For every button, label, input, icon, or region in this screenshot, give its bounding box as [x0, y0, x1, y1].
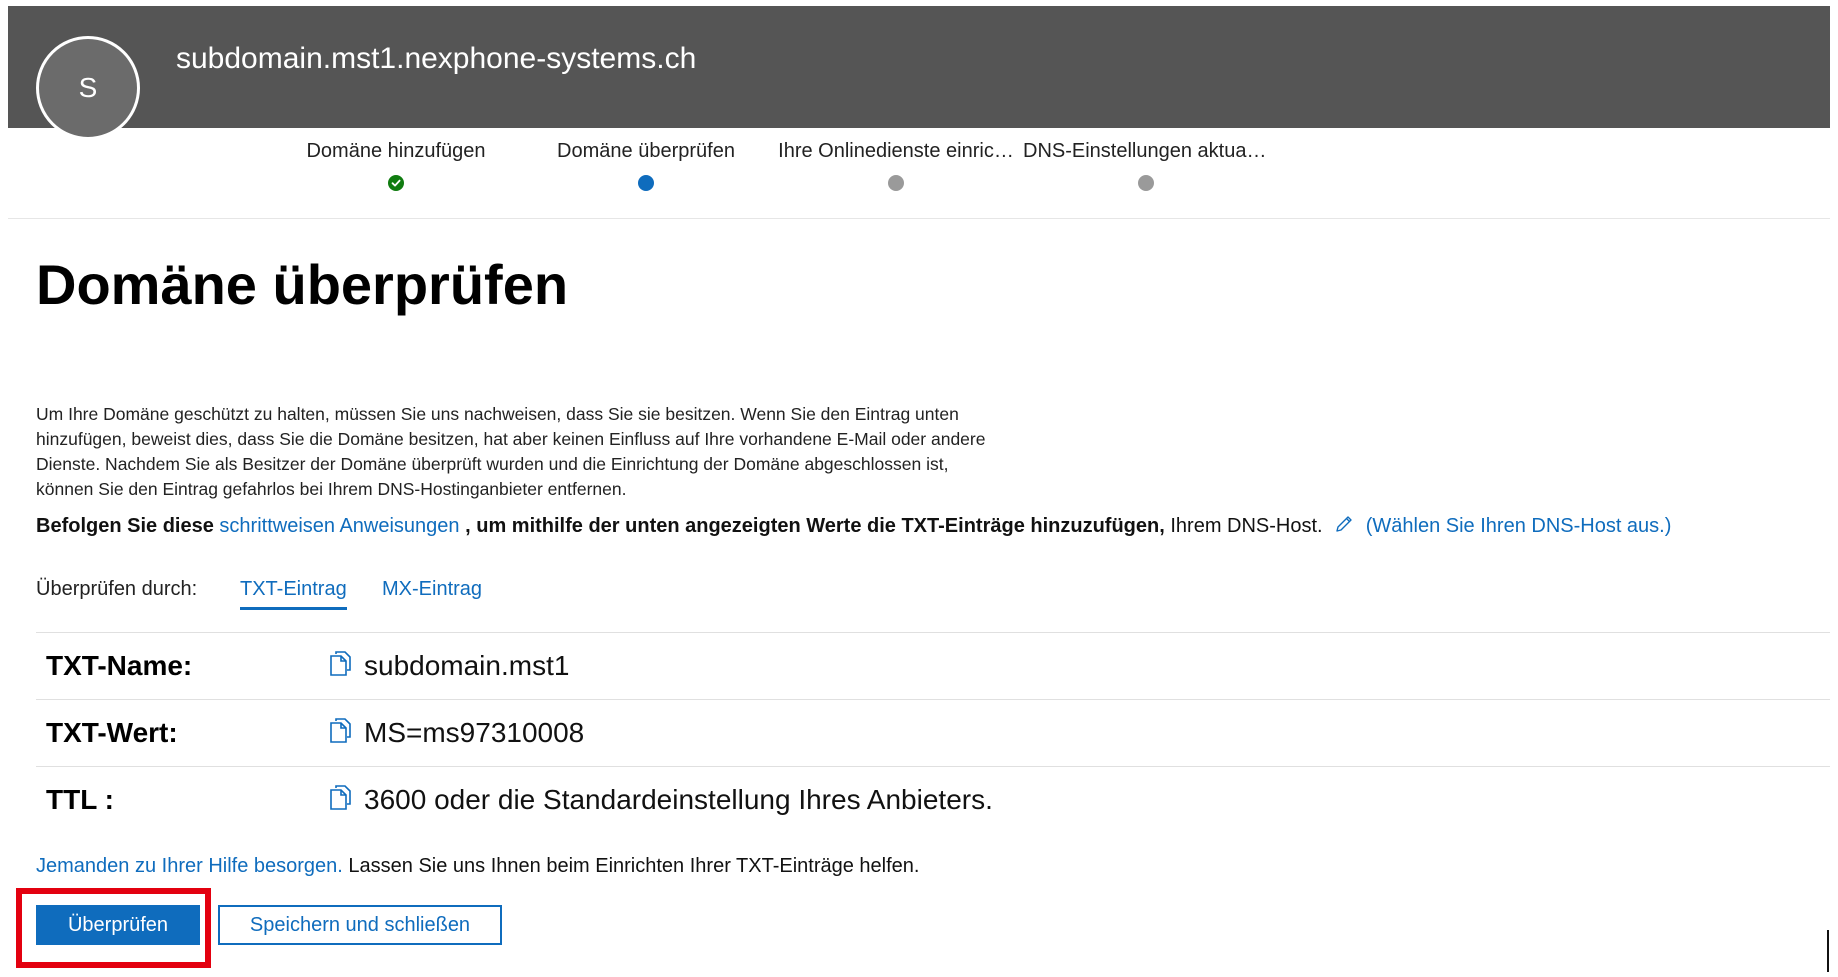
txt-name-cell: subdomain.mst1 — [327, 632, 1830, 700]
domain-title: subdomain.mst1.nexphone-systems.ch — [176, 42, 697, 75]
step-label: Domäne überprüfen — [557, 140, 735, 162]
scrollbar-edge — [1827, 930, 1829, 972]
ttl-value: 3600 oder die Standardeinstellung Ihres … — [364, 783, 993, 815]
step-label: Domäne hinzufügen — [306, 140, 486, 162]
txt-value-label: TXT-Wert: — [36, 699, 327, 767]
step-verify-domain: Domäne überprüfen — [521, 140, 771, 191]
save-close-button[interactable]: Speichern und schließen — [218, 905, 502, 945]
get-help-link[interactable]: Jemanden zu Ihrer Hilfe besorgen. — [36, 855, 343, 877]
step-pending-icon — [888, 175, 904, 191]
verify-button[interactable]: Überprüfen — [36, 905, 200, 945]
dns-record-table: TXT-Name: subdomain.mst1 TXT-Wert: MS=ms… — [36, 632, 1830, 833]
copy-icon[interactable] — [328, 783, 354, 818]
choose-dns-host-link[interactable]: (Wählen Sie Ihren DNS-Host aus.) — [1366, 515, 1672, 537]
copy-icon[interactable] — [328, 716, 354, 751]
divider — [8, 218, 1830, 219]
help-line: Jemanden zu Ihrer Hilfe besorgen. Lassen… — [36, 855, 919, 878]
avatar: S — [36, 36, 140, 140]
tab-mx-record[interactable]: MX-Eintrag — [382, 578, 482, 607]
step-by-step-link[interactable]: schrittweisen Anweisungen — [219, 515, 459, 537]
instructions-middle: , um mithilfe der unten angezeigten Wert… — [465, 515, 1165, 537]
step-label: DNS-Einstellungen aktual… — [1023, 140, 1271, 162]
txt-value-cell: MS=ms97310008 — [327, 699, 1830, 767]
step-dns-settings: DNS-Einstellungen aktual… — [1021, 140, 1271, 191]
help-text: Lassen Sie uns Ihnen beim Einrichten Ihr… — [348, 855, 920, 877]
header-bar: subdomain.mst1.nexphone-systems.ch — [8, 6, 1830, 128]
ttl-label: TTL : — [36, 766, 327, 833]
table-row: TTL : 3600 oder die Standardeinstellung … — [36, 766, 1830, 833]
copy-icon[interactable] — [328, 649, 354, 684]
table-row: TXT-Wert: MS=ms97310008 — [36, 699, 1830, 767]
step-online-services: Ihre Onlinedienste einric… — [771, 140, 1021, 191]
step-label: Ihre Onlinedienste einric… — [778, 140, 1014, 162]
step-done-icon — [388, 175, 404, 191]
txt-name-label: TXT-Name: — [36, 632, 327, 700]
ttl-cell: 3600 oder die Standardeinstellung Ihres … — [327, 766, 1830, 833]
instructions-prefix: Befolgen Sie diese — [36, 515, 214, 537]
txt-value-value: MS=ms97310008 — [364, 716, 585, 748]
page-title: Domäne überprüfen — [36, 253, 569, 316]
step-current-icon — [638, 175, 654, 191]
intro-text: Um Ihre Domäne geschützt zu halten, müss… — [36, 404, 986, 499]
instructions-suffix: Ihrem DNS-Host. — [1170, 515, 1323, 537]
table-row: TXT-Name: subdomain.mst1 — [36, 632, 1830, 700]
pencil-icon[interactable] — [1334, 514, 1354, 540]
progress-steps: Domäne hinzufügen Domäne überprüfen Ihre… — [0, 140, 1838, 200]
txt-name-value: subdomain.mst1 — [364, 649, 570, 681]
step-add-domain: Domäne hinzufügen — [271, 140, 521, 191]
tab-txt-record[interactable]: TXT-Eintrag — [240, 578, 347, 610]
verify-by-label: Überprüfen durch: — [36, 578, 198, 600]
step-pending-icon — [1138, 175, 1154, 191]
instructions-line: Befolgen Sie diese schrittweisen Anweisu… — [36, 514, 1671, 540]
